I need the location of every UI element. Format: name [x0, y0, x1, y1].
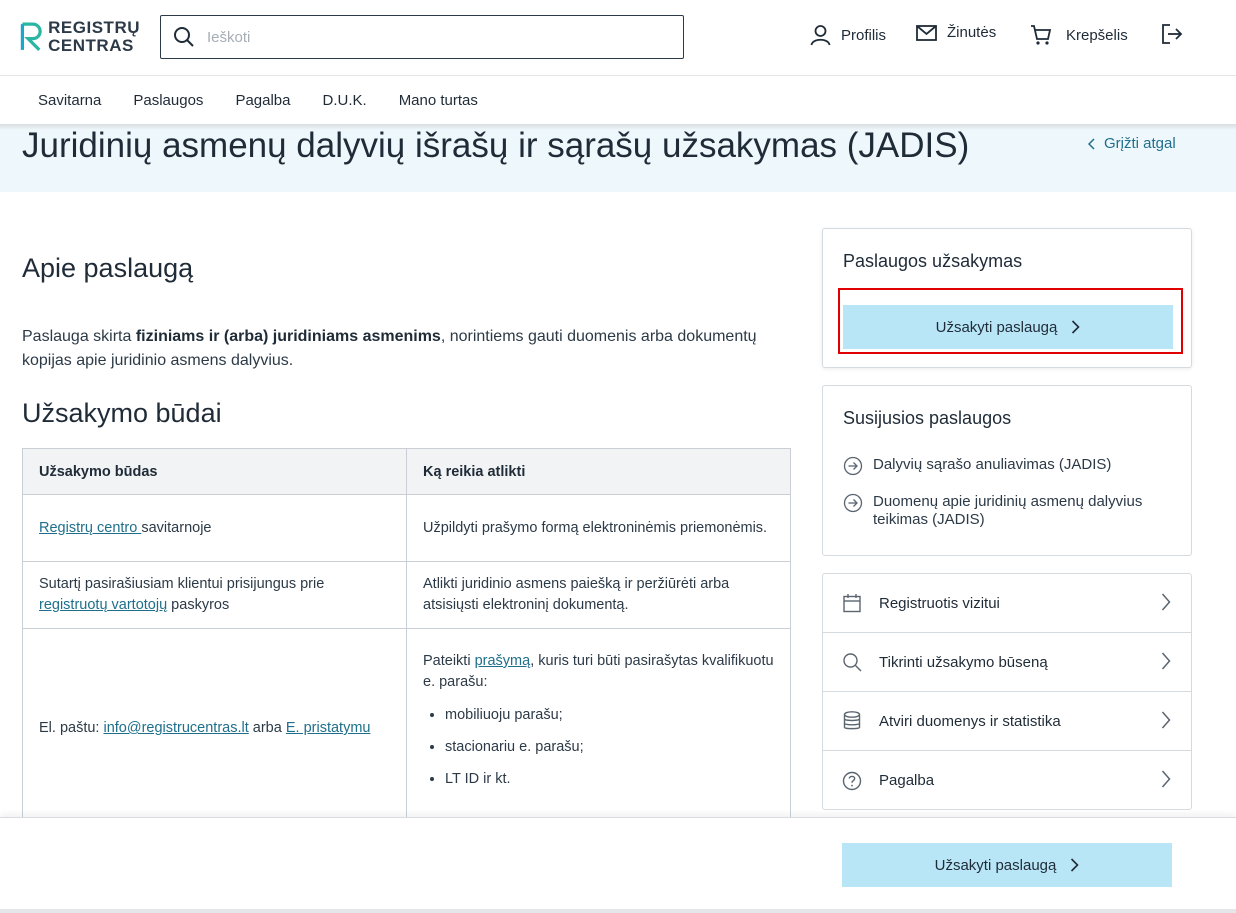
chevron-left-icon: [1088, 137, 1095, 150]
window-bottom-edge: [0, 909, 1236, 913]
request-link[interactable]: prašymą: [475, 653, 531, 669]
chevron-right-icon: [1071, 858, 1079, 872]
about-audience: fiziniams ir (arba) juridiniams asmenims: [135, 328, 441, 345]
search-icon: [174, 27, 194, 47]
user-icon: [810, 25, 831, 46]
site-header: REGISTRŲ CENTRAS Profilis Žinutės Krepše…: [0, 0, 1236, 76]
back-link[interactable]: Grįžti atgal: [1088, 135, 1176, 152]
column-header-method: Užsakymo būdas: [22, 448, 407, 495]
calendar-icon: [843, 594, 861, 613]
table-row: Registrų centro savitarnoje Užpildyti pr…: [22, 494, 791, 562]
quick-link-help[interactable]: Pagalba: [823, 751, 1191, 810]
main-nav: Savitarna Paslaugos Pagalba D.U.K. Mano …: [0, 76, 1236, 124]
related-service-label: Duomenų apie juridinių asmenų dalyvius t…: [873, 493, 1143, 528]
quick-link-label: Tikrinti užsakymo būseną: [879, 653, 1048, 671]
quick-links-card: Registruotis vizitui Tikrinti užsakymo b…: [822, 573, 1192, 810]
about-text: Paslauga skirta fiziniams ir (arba) juri…: [22, 328, 757, 369]
e-delivery-link[interactable]: E. pristatymu: [286, 720, 371, 736]
messages-link[interactable]: Žinutės: [916, 24, 996, 41]
signature-list: mobiliuoju parašu; stacionariu e. parašu…: [423, 705, 774, 790]
database-icon: [843, 711, 861, 730]
help-circle-icon: [842, 771, 862, 790]
methods-heading: Užsakymo būdai: [22, 398, 222, 428]
related-card-title: Susijusios paslaugos: [843, 408, 1012, 428]
methods-table: Užsakymo būdas Ką reikia atlikti Registr…: [22, 448, 791, 829]
logo-line-1: REGISTRŲ: [48, 18, 140, 37]
search-icon: [843, 653, 862, 672]
action-cell: Atlikti juridinio asmens paiešką ir perž…: [406, 561, 791, 629]
mail-icon: [916, 24, 937, 41]
chevron-right-icon: [1161, 593, 1171, 611]
about-heading: Apie paslaugą: [22, 253, 194, 283]
list-item: mobiliuoju parašu;: [445, 705, 774, 726]
quick-link-register-visit[interactable]: Registruotis vizitui: [823, 574, 1191, 633]
nav-item-duk[interactable]: D.U.K.: [323, 92, 367, 109]
quick-link-label: Registruotis vizitui: [879, 594, 1000, 612]
nav-item-paslaugos[interactable]: Paslaugos: [133, 92, 203, 109]
logout-button[interactable]: [1162, 24, 1183, 44]
registered-users-link[interactable]: registruotų vartotojų: [39, 597, 167, 613]
order-card-title: Paslaugos užsakymas: [843, 251, 1023, 271]
order-button-label: Užsakyti paslaugą: [935, 318, 1058, 336]
back-label: Grįžti atgal: [1104, 135, 1176, 152]
chevron-right-icon: [1161, 711, 1171, 729]
logo-mark-icon: [20, 22, 42, 52]
related-service-item[interactable]: Dalyvių sąrašo anuliavimas (JADIS): [843, 456, 1111, 476]
quick-link-open-data[interactable]: Atviri duomenys ir statistika: [823, 692, 1191, 751]
method-cell: El. paštu: info@registrucentras.lt arba …: [22, 628, 407, 829]
method-cell: Registrų centro savitarnoje: [22, 494, 407, 562]
search-input[interactable]: [207, 28, 647, 46]
related-service-item[interactable]: Duomenų apie juridinių asmenų dalyvius t…: [843, 493, 1163, 529]
search-box[interactable]: [160, 15, 684, 59]
action-cell: Užpildyti prašymo formą elektroninėmis p…: [406, 494, 791, 562]
cart-label: Krepšelis: [1066, 26, 1128, 44]
logout-icon: [1162, 24, 1183, 44]
chevron-right-icon: [1072, 320, 1080, 334]
profile-link[interactable]: Profilis: [810, 24, 886, 46]
logo-line-2: CENTRAS: [48, 36, 134, 55]
table-row: Sutartį pasirašiusiam klientui prisijung…: [22, 561, 791, 629]
order-service-button[interactable]: Užsakyti paslaugą: [843, 305, 1173, 349]
cart-icon: [1031, 25, 1052, 45]
chevron-right-icon: [1161, 770, 1171, 788]
page-title: Juridinių asmenų dalyvių išrašų ir sąraš…: [22, 126, 970, 165]
list-item: LT ID ir kt.: [445, 769, 774, 790]
table-header-row: Užsakymo būdas Ką reikia atlikti: [22, 448, 791, 495]
email-link[interactable]: info@registrucentras.lt: [103, 720, 248, 736]
nav-item-mano-turtas[interactable]: Mano turtas: [399, 92, 478, 109]
arrow-circle-right-icon: [843, 493, 863, 513]
list-item: stacionariu e. parašu;: [445, 737, 774, 758]
order-card: Paslaugos užsakymas Užsakyti paslaugą: [822, 228, 1192, 368]
nav-item-savitarna[interactable]: Savitarna: [38, 92, 101, 109]
arrow-circle-right-icon: [843, 456, 863, 476]
related-services-card: Susijusios paslaugos Dalyvių sąrašo anul…: [822, 385, 1192, 556]
nav-item-pagalba[interactable]: Pagalba: [235, 92, 290, 109]
order-service-button-sticky[interactable]: Užsakyti paslaugą: [842, 843, 1172, 887]
order-button-label: Užsakyti paslaugą: [934, 856, 1057, 874]
chevron-right-icon: [1161, 652, 1171, 670]
action-cell: Pateikti prašymą, kuris turi būti pasira…: [406, 628, 791, 829]
quick-link-check-status[interactable]: Tikrinti užsakymo būseną: [823, 633, 1191, 692]
quick-link-label: Pagalba: [879, 772, 935, 789]
profile-label: Profilis: [841, 26, 887, 44]
column-header-action: Ką reikia atlikti: [406, 448, 791, 495]
registru-centro-link[interactable]: Registrų centro: [39, 520, 141, 536]
related-service-label: Dalyvių sąrašo anuliavimas (JADIS): [873, 456, 1112, 473]
table-row: El. paštu: info@registrucentras.lt arba …: [22, 628, 791, 829]
quick-link-label: Atviri duomenys ir statistika: [879, 712, 1061, 730]
messages-label: Žinutės: [947, 24, 997, 41]
method-cell: Sutartį pasirašiusiam klientui prisijung…: [22, 561, 407, 629]
cart-link[interactable]: Krepšelis: [1030, 24, 1128, 46]
sticky-order-bar: Užsakyti paslaugą: [0, 817, 1236, 913]
registru-centras-logo[interactable]: REGISTRŲ CENTRAS: [20, 16, 140, 58]
